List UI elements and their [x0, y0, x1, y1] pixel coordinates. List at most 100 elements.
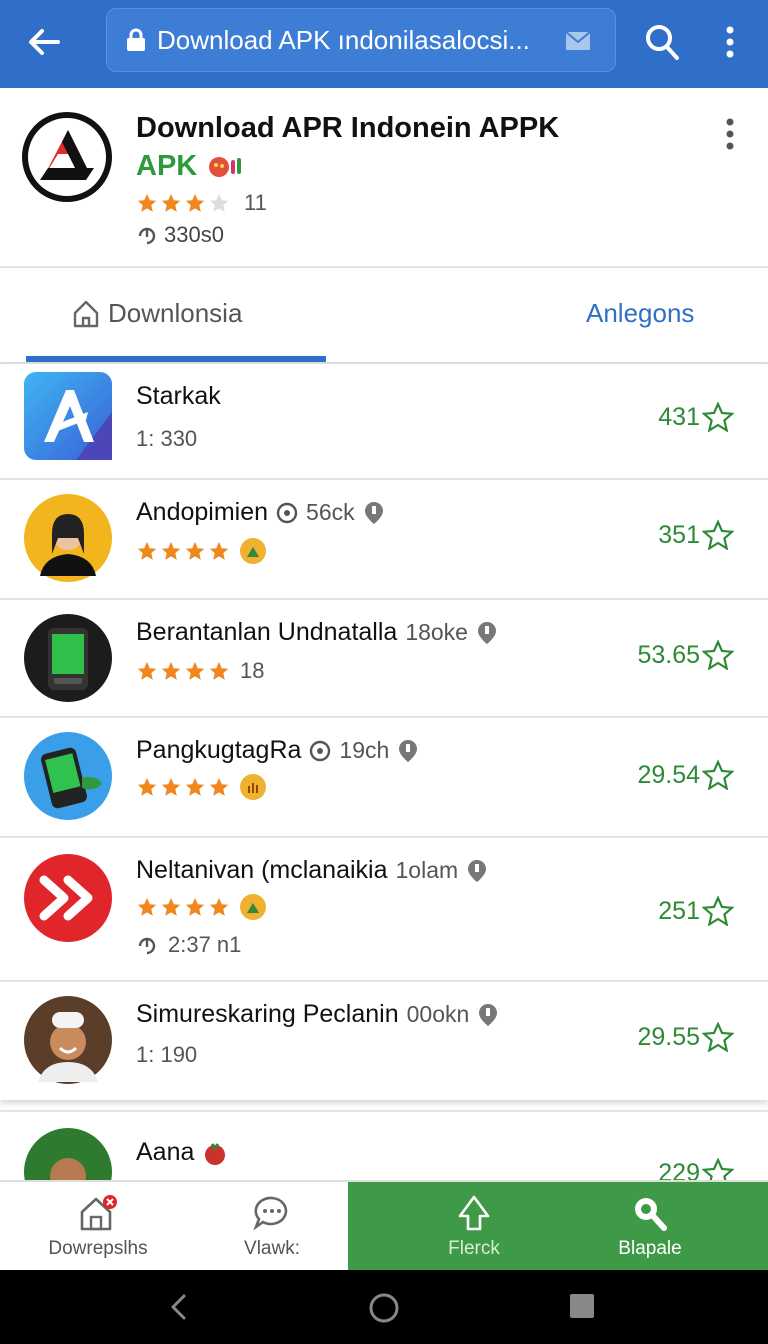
- url-text: Download APK ındonilasalocsi...: [157, 24, 530, 55]
- tab-downloads-label: Downlonsia: [108, 298, 243, 328]
- list-item[interactable]: Neltanivan (mclanaikia 1olam 2:37 n1 251: [0, 838, 768, 982]
- mail-icon[interactable]: [565, 31, 591, 51]
- list-item-partial[interactable]: Aana 229: [0, 1110, 768, 1180]
- emoji-icon: [209, 156, 242, 177]
- list-item[interactable]: Simureskaring Peclanin 00okn 1: 190 29.5…: [0, 982, 768, 1100]
- nav-search[interactable]: Blapale: [600, 1182, 700, 1272]
- item-score-text: 229: [658, 1158, 700, 1181]
- system-navigation-bar: [0, 1270, 768, 1344]
- app-subtitle-text: APK: [136, 150, 198, 182]
- phone-app-icon: [24, 732, 112, 820]
- list-item[interactable]: Starkak 1: 330 431: [0, 364, 768, 480]
- app-logo: [22, 112, 112, 202]
- pin-icon: [399, 739, 418, 762]
- nav-view[interactable]: Vlawk:: [196, 1182, 348, 1272]
- item-score-text: 351: [658, 520, 700, 549]
- item-sub-text: 1: 190: [136, 1042, 198, 1067]
- lock-icon: [127, 28, 145, 51]
- list-item[interactable]: Berantanlan Undnatalla 18oke 18 53.65: [0, 600, 768, 718]
- nav-downloads-label: Dowrepslhs: [48, 1238, 148, 1259]
- item-name-text: Andopimien: [136, 498, 269, 526]
- item-meta: 00okn: [406, 1001, 470, 1027]
- tab-categories[interactable]: Anlegons: [586, 298, 694, 329]
- item-name: Aana: [136, 1138, 228, 1167]
- item-score-text: 29.54: [637, 760, 700, 789]
- app-more-icon[interactable]: [716, 116, 744, 152]
- info-icon: [276, 502, 298, 523]
- nav-flerck[interactable]: Flerck: [348, 1182, 600, 1272]
- item-sub: [136, 538, 266, 564]
- list-item[interactable]: Aana 229: [0, 1112, 768, 1180]
- bottom-navigation: Dowrepslhs Vlawk: Flerck Blapale: [0, 1180, 768, 1272]
- nav-view-label: Vlawk:: [244, 1238, 300, 1259]
- item-meta: 1olam: [395, 857, 459, 883]
- rating-stars: [136, 192, 230, 214]
- search-icon[interactable]: [644, 22, 680, 62]
- item-name: Berantanlan Undnatalla 18oke: [136, 618, 498, 647]
- tab-downloads[interactable]: Downlonsia: [72, 298, 242, 329]
- rating-stars: [136, 896, 230, 918]
- item-meta: 18oke: [405, 619, 468, 645]
- item-name: Starkak: [136, 382, 221, 411]
- app-title: Download APR Indonein APPK: [136, 112, 560, 144]
- item-score: 431: [658, 402, 734, 432]
- item-sub-text: 18: [240, 658, 265, 683]
- list-item[interactable]: Andopimien 56ck 351: [0, 480, 768, 600]
- item-score: 229: [658, 1158, 734, 1180]
- active-tab-indicator: [26, 356, 326, 362]
- item-name-text: Neltanivan (mclanaikia: [136, 856, 388, 884]
- star-outline-icon: [702, 520, 734, 550]
- app-avatar-icon: [24, 494, 112, 582]
- pin-icon: [479, 1003, 498, 1026]
- red-app-icon: [24, 854, 112, 942]
- more-menu-icon[interactable]: [716, 24, 744, 60]
- item-score: 351: [658, 520, 734, 550]
- nav-downloads[interactable]: Dowrepslhs: [0, 1182, 196, 1272]
- system-home-icon[interactable]: [368, 1292, 400, 1324]
- item-score-text: 251: [658, 896, 700, 925]
- chat-icon: [253, 1196, 288, 1231]
- back-arrow-icon[interactable]: [22, 20, 66, 64]
- system-back-icon[interactable]: [166, 1292, 192, 1322]
- app-avatar-icon: [24, 1128, 112, 1180]
- item-sub: 1: 330: [136, 426, 197, 452]
- star-outline-icon: [702, 640, 734, 670]
- badge-icon: [240, 894, 266, 920]
- item-name-text: PangkugtagRa: [136, 736, 302, 764]
- badge-icon: [240, 538, 266, 564]
- item-sub: [136, 774, 266, 800]
- item-name-text: Starkak: [136, 382, 221, 410]
- list-item[interactable]: PangkugtagRa 19ch 29.54: [0, 718, 768, 838]
- item-sub-text: 2:37 n1: [168, 932, 242, 957]
- chart-badge-icon: [240, 774, 266, 800]
- rating-count: 11: [244, 190, 267, 215]
- tab-bar: Downlonsia Anlegons: [0, 270, 768, 364]
- chef-avatar-icon: [24, 996, 112, 1084]
- app-store-icon: [24, 372, 112, 460]
- search-icon: [635, 1198, 667, 1231]
- star-outline-icon: [702, 760, 734, 790]
- address-bar[interactable]: Download APK ındonilasalocsi...: [106, 8, 616, 72]
- phone-app-icon: [24, 614, 112, 702]
- item-name: PangkugtagRa 19ch: [136, 736, 419, 765]
- item-sub: 2:37 n1: [136, 932, 241, 958]
- item-name-text: Simureskaring Peclanin: [136, 1000, 399, 1028]
- item-score: 29.54: [637, 760, 734, 790]
- app-header: Download APR Indonein APPK APK 11 330s0: [0, 90, 768, 268]
- item-name-text: Aana: [136, 1138, 195, 1166]
- item-score-text: 29.55: [637, 1022, 700, 1051]
- item-score: 251: [658, 896, 734, 926]
- star-outline-icon: [702, 1158, 734, 1180]
- pin-icon: [468, 859, 487, 882]
- info-icon: [310, 740, 331, 761]
- arrow-up-icon: [458, 1195, 490, 1231]
- download-count-icon: [138, 227, 156, 245]
- pin-icon: [364, 501, 383, 524]
- item-name-text: Berantanlan Undnatalla: [136, 618, 398, 646]
- home-outline-icon: [73, 300, 99, 327]
- rating-stars: [136, 776, 230, 798]
- star-outline-icon: [702, 1022, 734, 1052]
- item-name: Simureskaring Peclanin 00okn: [136, 1000, 499, 1029]
- system-recents-icon[interactable]: [568, 1292, 596, 1320]
- item-name: Neltanivan (mclanaikia 1olam: [136, 856, 488, 885]
